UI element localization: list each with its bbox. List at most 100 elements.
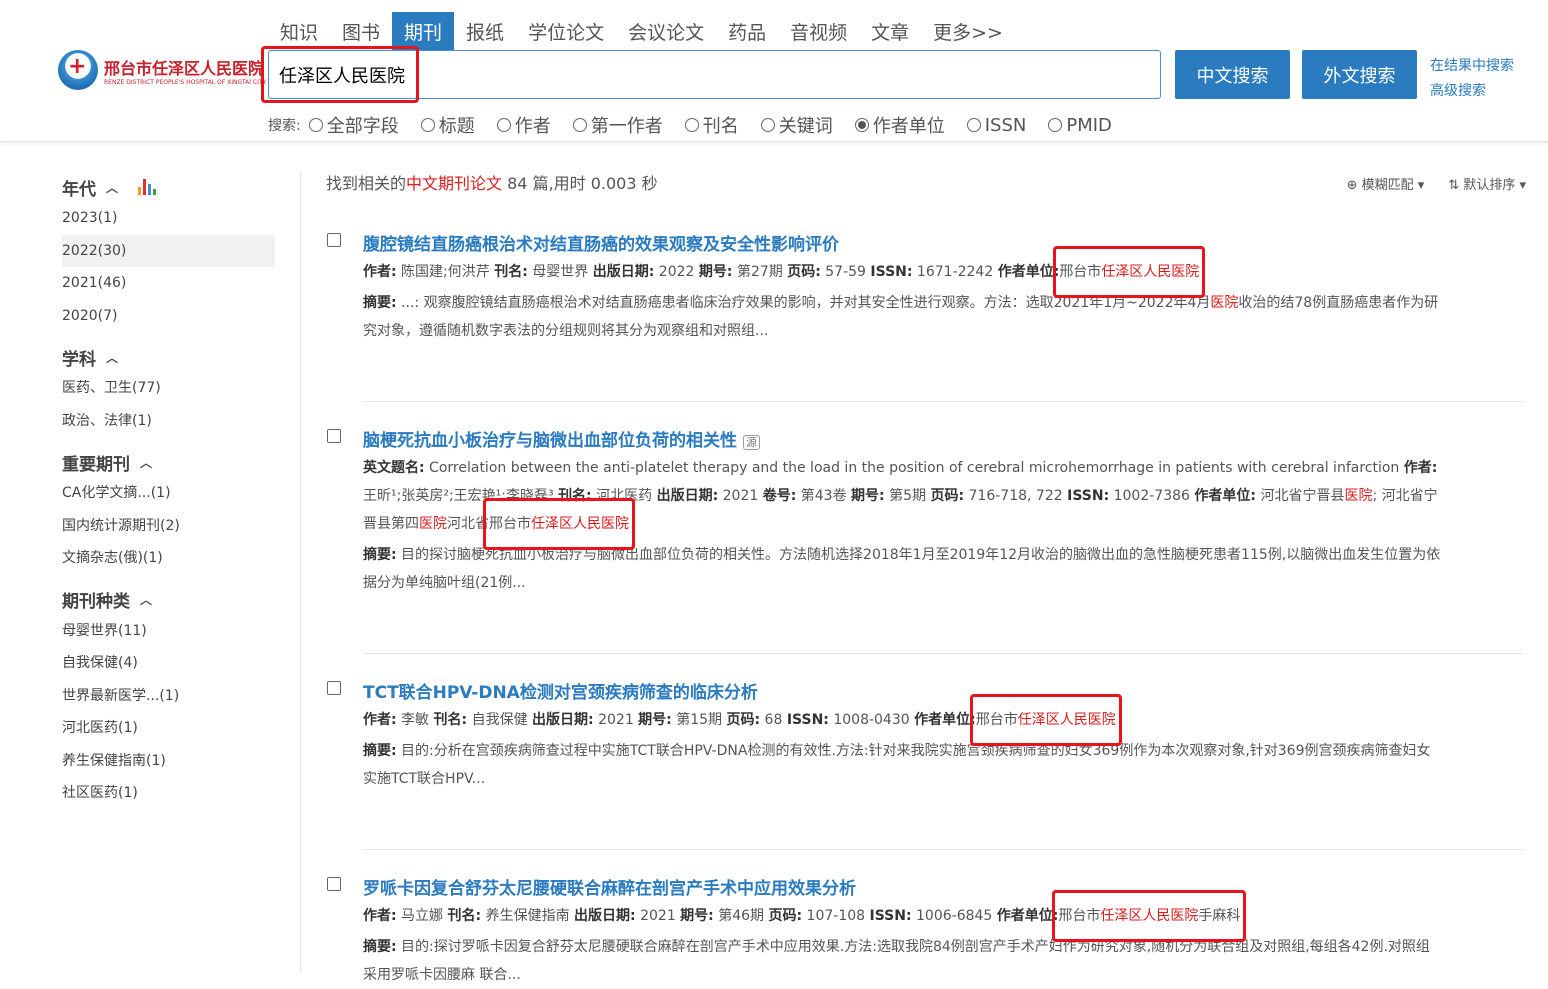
search-field-option[interactable]: 第一作者 [572, 112, 663, 138]
facet-item[interactable]: CA化学文摘...(1) [62, 477, 275, 510]
advanced-search-link[interactable]: 高级搜索 [1430, 79, 1514, 104]
field-label: 摘要: [363, 939, 397, 955]
select-checkbox[interactable] [327, 877, 341, 891]
field-value: 河北医药 [591, 488, 657, 504]
tab-1[interactable]: 图书 [330, 12, 392, 50]
result-title-link[interactable]: 腹腔镜结直肠癌根治术对结直肠癌的效果观察及安全性影响评价 [363, 230, 839, 255]
source-icon[interactable]: 源 [743, 435, 760, 450]
chevron-up-icon[interactable]: ︿ [140, 454, 152, 471]
select-checkbox[interactable] [327, 429, 341, 443]
facet-item[interactable]: 河北医药(1) [62, 712, 275, 745]
tab-6[interactable]: 药品 [716, 12, 778, 50]
tab-7[interactable]: 音视频 [778, 12, 859, 50]
radio-button[interactable] [854, 118, 869, 132]
facet-title: 年代 [62, 179, 96, 200]
abstract: 摘要: 目的探讨脑梗死抗血小板治疗与脑微出血部位负荷的相关性。方法随机选择201… [363, 541, 1443, 597]
radio-button[interactable] [966, 118, 981, 132]
result-title-link[interactable]: 罗哌卡因复合舒芬太尼腰硬联合麻醉在剖宫产手术中应用效果分析 [363, 874, 856, 899]
tab-9[interactable]: 更多>> [921, 12, 1015, 50]
search-field-option[interactable]: PMID [1048, 115, 1112, 136]
chevron-up-icon[interactable]: ︿ [106, 349, 118, 366]
tab-5[interactable]: 会议论文 [616, 12, 716, 50]
chevron-up-icon[interactable]: ︿ [106, 179, 118, 196]
facet-header[interactable]: 期刊种类 ︿ [62, 585, 275, 615]
summary-count: 84 篇,用时 0.003 秒 [502, 174, 658, 193]
facet-item[interactable]: 2021(46) [62, 267, 275, 300]
field-label: 摘要: [363, 295, 397, 311]
facet-header[interactable]: 重要期刊 ︿ [62, 447, 275, 477]
search-field-option[interactable]: 关键词 [760, 112, 833, 138]
radio-button[interactable] [308, 118, 323, 132]
field-label: ISSN: [1067, 488, 1110, 504]
tab-4[interactable]: 学位论文 [516, 12, 616, 50]
select-checkbox[interactable] [327, 681, 341, 695]
field-value: 2022 [654, 264, 699, 280]
tab-8[interactable]: 文章 [859, 12, 921, 50]
chevron-up-icon[interactable]: ︿ [140, 591, 152, 608]
option-label: ISSN [984, 114, 1027, 136]
select-checkbox[interactable] [327, 233, 341, 247]
facet-item[interactable]: 自我保健(4) [62, 647, 275, 680]
radio-button[interactable] [572, 118, 587, 132]
facet-item[interactable]: 国内统计源期刊(2) [62, 510, 275, 543]
field-label: 作者单位: [996, 908, 1059, 924]
facet-item[interactable]: 2022(30) [62, 234, 275, 267]
facet-header[interactable]: 年代 ︿ [62, 172, 275, 202]
field-value: 李敏 [396, 712, 434, 728]
radio-button[interactable] [760, 118, 775, 132]
tab-2[interactable]: 期刊 [392, 12, 455, 50]
foreign-search-button[interactable]: 外文搜索 [1302, 50, 1417, 99]
field-label: 期号: [698, 264, 733, 280]
result-title-link[interactable]: TCT联合HPV-DNA检测对宫颈疾病筛查的临床分析 [363, 678, 758, 703]
header: 知识图书期刊报纸学位论文会议论文药品音视频文章更多>> 邢台市任泽区人民医院 R… [0, 0, 1548, 142]
metadata: 作者: 陈国建;何洪芹 刊名: 母婴世界 出版日期: 2022 期号: 第27期… [363, 246, 1443, 298]
radio-button[interactable] [1048, 118, 1063, 132]
result-title: 罗哌卡因复合舒芬太尼腰硬联合麻醉在剖宫产手术中应用效果分析 [363, 879, 856, 899]
keyword-highlight: 医院 [1344, 488, 1373, 504]
facet-title: 期刊种类 [62, 592, 130, 612]
search-field-option[interactable]: 刊名 [684, 112, 739, 138]
fuzzy-match-dropdown[interactable]: ⊕ 模糊匹配 ▾ [1347, 174, 1425, 193]
facet-item[interactable]: 世界最新医学...(1) [62, 680, 275, 713]
tab-3[interactable]: 报纸 [454, 12, 516, 50]
field-value: 716-718, 722 [964, 488, 1068, 504]
search-field-option[interactable]: 作者单位 [854, 112, 945, 138]
search-within-results-link[interactable]: 在结果中搜索 [1430, 54, 1514, 79]
facet-title: 重要期刊 [62, 454, 130, 475]
search-field-option[interactable]: 作者 [496, 112, 551, 138]
facet-item[interactable]: 养生保健指南(1) [62, 745, 275, 778]
result-separator [363, 653, 1523, 654]
facet-header[interactable]: 学科 ︿ [62, 342, 275, 372]
facet-item[interactable]: 医药、卫生(77) [62, 372, 275, 405]
option-label: 标题 [438, 116, 475, 137]
sort-dropdown[interactable]: ⇅ 默认排序 ▾ [1448, 174, 1526, 193]
facet-item[interactable]: 母婴世界(11) [62, 615, 275, 648]
field-label: 期号: [680, 908, 714, 924]
radio-button[interactable] [684, 118, 699, 132]
chinese-search-button[interactable]: 中文搜索 [1175, 50, 1290, 99]
facet-item[interactable]: 政治、法律(1) [62, 405, 275, 438]
facet-item[interactable]: 文摘杂志(俄)(1) [62, 542, 275, 575]
facet-item[interactable]: 社区医药(1) [62, 777, 275, 810]
field-label: 页码: [768, 908, 803, 924]
field-value: 母婴世界 [527, 264, 593, 280]
field-value: 手麻科 [1198, 908, 1241, 924]
radio-button[interactable] [420, 118, 435, 132]
search-field-option[interactable]: 全部字段 [308, 112, 399, 138]
logo-english-name: RENZE DISTRICT PEOPLE'S HOSPITAL OF XING… [104, 78, 267, 86]
bar-chart-icon[interactable] [138, 179, 157, 195]
facet-item[interactable]: 2020(7) [62, 300, 275, 333]
field-value: 邢台市 [1059, 264, 1102, 280]
tab-0[interactable]: 知识 [268, 12, 330, 50]
result-title-link[interactable]: 脑梗死抗血小板治疗与脑微出血部位负荷的相关性源 [363, 426, 760, 451]
search-field-option[interactable]: ISSN [966, 114, 1027, 136]
facet-item[interactable]: 2023(1) [62, 202, 275, 235]
search-field-option[interactable]: 标题 [420, 112, 475, 138]
result-details: 作者: 陈国建;何洪芹 刊名: 母婴世界 出版日期: 2022 期号: 第27期… [363, 246, 1443, 345]
keyword-highlight: 医院 [419, 516, 447, 532]
radio-button[interactable] [496, 118, 511, 132]
field-value: 目的:分析在宫颈疾病筛查过程中实施TCT联合HPV-DNA检测的有效性.方法:针… [363, 743, 1431, 787]
search-input[interactable] [269, 51, 1160, 98]
hospital-logo[interactable]: 邢台市任泽区人民医院 RENZE DISTRICT PEOPLE'S HOSPI… [58, 50, 266, 90]
sort-label: 默认排序 [1463, 178, 1516, 193]
